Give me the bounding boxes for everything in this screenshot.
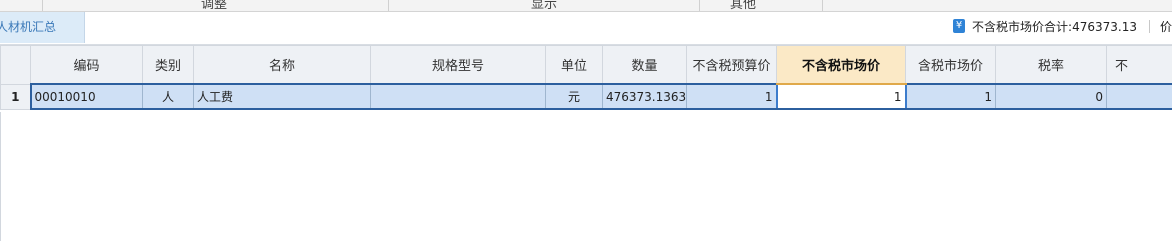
toolbar-segment[interactable]: 显示 [389,0,700,11]
column-header-budget-price[interactable]: 不含税预算价 [686,45,777,85]
column-header-tax-market-price[interactable]: 含税市场价 [905,45,996,85]
summary-value: 476373.13 [1072,20,1137,34]
row-number-header [0,45,31,85]
cell-tax-market-price[interactable]: 1 [905,83,996,110]
cell-spec[interactable] [370,83,546,110]
summary-next-label: 价 [1159,20,1172,34]
column-header-market-price[interactable]: 不含税市场价 [776,45,906,85]
toolbar-segment[interactable]: 调整 [43,0,389,11]
cell-quantity[interactable]: 476373.1363 [602,83,687,110]
tab-row: 人材机汇总 ¥ 不含税市场价合计:476373.13 价 [0,12,1172,45]
column-header-code[interactable]: 编码 [30,45,143,85]
summary-divider [1148,20,1150,33]
cell-unit[interactable]: 元 [545,83,603,110]
cell-code[interactable]: 00010010 [29,83,143,110]
summary-label: 不含税市场价合计: [972,20,1073,34]
table-row[interactable]: 1 00010010 人 人工费 元 476373.1363 1 1 1 0 [0,83,1172,110]
column-header-unit[interactable]: 单位 [545,45,603,85]
yen-icon: ¥ [953,18,966,33]
row-number[interactable]: 1 [0,83,31,110]
cell-tax-rate[interactable]: 0 [995,83,1107,110]
column-header-tax-rate[interactable]: 税率 [995,45,1107,85]
grid-left-border [0,112,1,241]
column-header-spec[interactable]: 规格型号 [370,45,546,85]
tab-label: 人材机汇总 [0,20,57,34]
column-header-category[interactable]: 类别 [142,45,194,85]
toolbar-label-display[interactable]: 显示 [531,0,557,11]
cell-name[interactable]: 人工费 [193,83,371,110]
market-price-summary: ¥ 不含税市场价合计:476373.13 价 [953,12,1172,43]
toolbar-segment [0,0,43,11]
cell-truncated[interactable] [1106,83,1172,110]
toolbar-label-other[interactable]: 其他 [730,0,756,11]
cell-category[interactable]: 人 [142,83,194,110]
cell-budget-price[interactable]: 1 [686,83,777,110]
top-toolbar: 调整 显示 其他 [0,0,1172,12]
header-row: 编码 类别 名称 规格型号 单位 数量 不含税预算价 不含税市场价 含税市场价 … [0,45,1172,85]
toolbar-segment[interactable]: 其他 [700,0,823,11]
toolbar-label-adjust[interactable]: 调整 [201,0,227,11]
column-header-name[interactable]: 名称 [193,45,371,85]
material-grid: 编码 类别 名称 规格型号 单位 数量 不含税预算价 不含税市场价 含税市场价 … [0,45,1172,110]
column-header-quantity[interactable]: 数量 [602,45,687,85]
tab-material-summary[interactable]: 人材机汇总 [0,12,85,43]
cell-market-price-editor[interactable]: 1 [775,83,907,110]
column-header-truncated[interactable]: 不 [1106,45,1172,85]
